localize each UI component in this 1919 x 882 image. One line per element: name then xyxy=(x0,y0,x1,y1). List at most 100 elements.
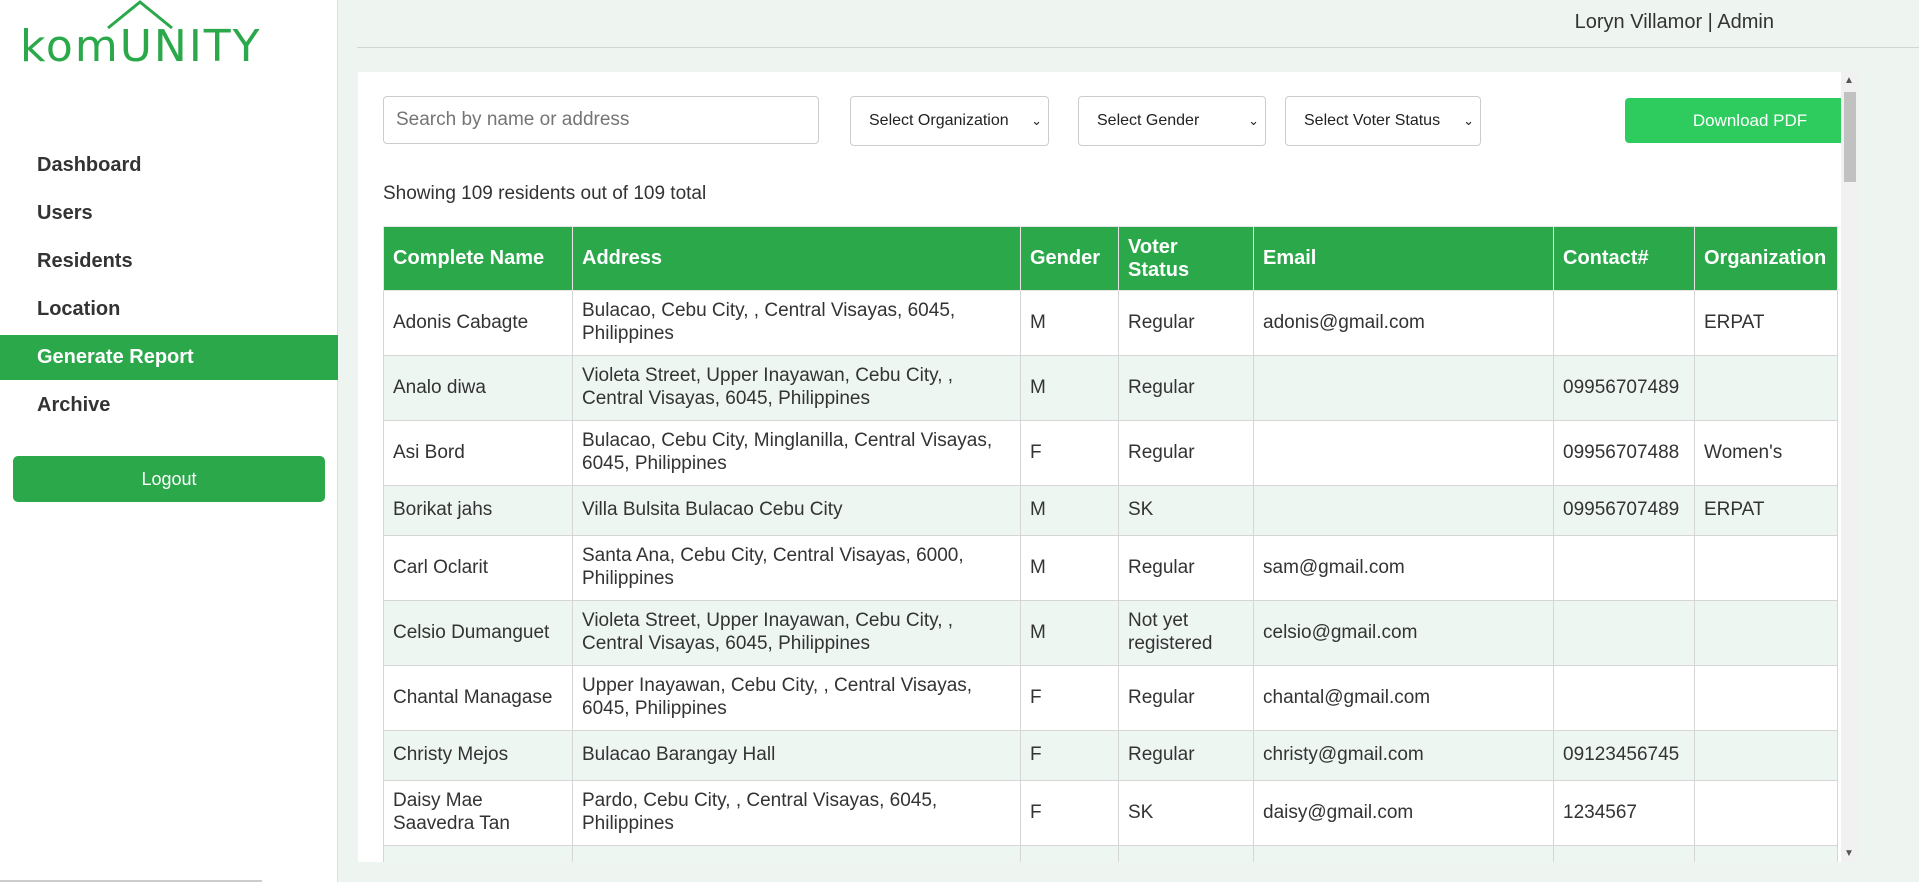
sidebar-item-generate-report[interactable]: Generate Report xyxy=(0,335,338,380)
table-cell: 09956707489 xyxy=(1553,485,1695,536)
download-pdf-button[interactable]: Download PDF xyxy=(1625,98,1858,143)
table-cell xyxy=(1694,665,1838,731)
table-cell: Bulacao, Cebu City, Minglanilla, Central… xyxy=(572,420,1021,486)
table-cell: Regular xyxy=(1118,290,1254,356)
table-cell: daisy@gmail.com xyxy=(1253,780,1554,846)
scroll-up-arrow-icon[interactable]: ▲ xyxy=(1844,75,1854,86)
column-header-contact[interactable]: Contact# xyxy=(1553,226,1695,291)
voter-status-select[interactable]: Select Voter Status ⌄ xyxy=(1285,96,1481,146)
chevron-down-icon: ⌄ xyxy=(1248,113,1259,128)
scrollbar-thumb[interactable] xyxy=(1844,92,1856,182)
table-cell: chantal@gmail.com xyxy=(1253,665,1554,731)
results-summary: Showing 109 residents out of 109 total xyxy=(383,183,707,204)
table-cell: Analo diwa xyxy=(383,355,573,421)
sidebar-nav: Dashboard Users Residents Location Gener… xyxy=(0,143,338,431)
column-header-gender[interactable]: Gender xyxy=(1020,226,1119,291)
table-cell: Not yet registered xyxy=(1118,600,1254,666)
table-cell: Violeta Street, Upper Inayawan, Cebu Cit… xyxy=(572,355,1021,421)
column-header-address[interactable]: Address xyxy=(572,226,1021,291)
table-cell: M xyxy=(1020,290,1119,356)
table-cell: Chantal Managase xyxy=(383,665,573,731)
table-cell: sam@gmail.com xyxy=(1253,535,1554,601)
table-cell: Daisy Mae Saavedra Tan xyxy=(383,780,573,846)
user-info: Loryn Villamor | Admin xyxy=(1574,11,1774,33)
column-header-name[interactable]: Complete Name xyxy=(383,226,573,291)
sidebar-item-residents[interactable]: Residents xyxy=(0,239,338,284)
table-row: Chantal Managase Upper Inayawan, Cebu Cit… xyxy=(383,665,1838,731)
table-cell: Santa Ana, Cebu City, Central Visayas, 6… xyxy=(572,535,1021,601)
table-cell: Pardo, Cebu City, , Central Visayas, 604… xyxy=(572,780,1021,846)
table-cell: Asi Bord xyxy=(383,420,573,486)
table-cell: 09956707489 xyxy=(1553,355,1695,421)
table-cell xyxy=(1020,845,1119,862)
table-cell: M xyxy=(1020,535,1119,601)
sidebar: komUNITY Dashboard Users Residents Locat… xyxy=(0,0,338,882)
table-cell: adonis@gmail.com xyxy=(1253,290,1554,356)
table-cell: SK xyxy=(1118,780,1254,846)
table-cell: Celsio Dumanguet xyxy=(383,600,573,666)
organization-select-value: Select Organization xyxy=(869,112,1009,129)
table-header-row: Complete Name Address Gender Voter Statu… xyxy=(383,226,1838,291)
table-cell: M xyxy=(1020,355,1119,421)
table-cell: Regular xyxy=(1118,535,1254,601)
sidebar-item-dashboard[interactable]: Dashboard xyxy=(0,143,338,188)
scroll-down-arrow-icon[interactable]: ▼ xyxy=(1844,848,1854,859)
column-header-organization[interactable]: Organization xyxy=(1694,226,1838,291)
search-input[interactable] xyxy=(383,96,819,144)
table-cell: christy@gmail.com xyxy=(1253,730,1554,781)
table-cell: Christy Mejos xyxy=(383,730,573,781)
header-bar: Loryn Villamor | Admin xyxy=(357,0,1919,48)
residents-table: Complete Name Address Gender Voter Statu… xyxy=(383,226,1838,862)
table-cell: Borikat jahs xyxy=(383,485,573,536)
table-cell xyxy=(1553,665,1695,731)
sidebar-item-archive[interactable]: Archive xyxy=(0,383,338,428)
table-cell xyxy=(1253,485,1554,536)
logo-text: komUNITY xyxy=(20,21,262,72)
table-cell: SK xyxy=(1118,485,1254,536)
table-cell xyxy=(1694,845,1838,862)
table-cell xyxy=(1553,600,1695,666)
logout-button[interactable]: Logout xyxy=(13,456,325,502)
column-header-email[interactable]: Email xyxy=(1253,226,1554,291)
table-cell xyxy=(1694,600,1838,666)
table-cell: Upper Inayawan, Cebu City, , Central Vis… xyxy=(572,665,1021,731)
table-row: Daisy Mae Saavedra Tan Pardo, Cebu City, … xyxy=(383,780,1838,846)
gender-select[interactable]: Select Gender ⌄ xyxy=(1078,96,1266,146)
table-cell xyxy=(1694,730,1838,781)
filter-bar: Select Organization ⌄ Select Gender ⌄ Se… xyxy=(383,96,1858,146)
chevron-down-icon: ⌄ xyxy=(1463,113,1474,128)
table-cell: M xyxy=(1020,485,1119,536)
table-cell: F xyxy=(1020,665,1119,731)
organization-select[interactable]: Select Organization ⌄ xyxy=(850,96,1049,146)
table-cell xyxy=(1253,355,1554,421)
table-cell: 09123456745 xyxy=(1553,730,1695,781)
table-row: Adonis Cabagte Bulacao, Cebu City, , Cent… xyxy=(383,290,1838,356)
table-row: Asi Bord Bulacao, Cebu City, Minglanilla,… xyxy=(383,420,1838,486)
residents-table-wrap: Complete Name Address Gender Voter Statu… xyxy=(383,226,1838,862)
table-cell: Regular xyxy=(1118,355,1254,421)
table-row: Celsio Dumanguet Violeta Street, Upper In… xyxy=(383,600,1838,666)
gender-select-value: Select Gender xyxy=(1097,112,1200,129)
logo: komUNITY xyxy=(20,0,260,72)
table-cell: celsio@gmail.com xyxy=(1253,600,1554,666)
table-cell: F xyxy=(1020,420,1119,486)
table-cell xyxy=(383,845,573,862)
table-cell xyxy=(1553,845,1695,862)
voter-status-select-value: Select Voter Status xyxy=(1304,112,1441,129)
column-header-voter-status[interactable]: Voter Status xyxy=(1118,226,1254,291)
table-cell xyxy=(1118,845,1254,862)
table-row: Christy Mejos Bulacao Barangay Hall F Regul… xyxy=(383,730,1838,781)
table-cell xyxy=(1253,420,1554,486)
table-cell xyxy=(1694,535,1838,601)
table-cell xyxy=(1553,535,1695,601)
sidebar-item-location[interactable]: Location xyxy=(0,287,338,332)
table-cell: 1234567 xyxy=(1553,780,1695,846)
table-cell: Villa Bulsita Bulacao Cebu City xyxy=(572,485,1021,536)
report-panel: Select Organization ⌄ Select Gender ⌄ Se… xyxy=(358,72,1858,862)
table-cell: Violeta Street, Upper Inayawan, Cebu Cit… xyxy=(572,600,1021,666)
table-cell: M xyxy=(1020,600,1119,666)
sidebar-item-users[interactable]: Users xyxy=(0,191,338,236)
scrollbar[interactable]: ▲ ▼ xyxy=(1841,72,1858,862)
table-row: Analo diwa Violeta Street, Upper Inayawan… xyxy=(383,355,1838,421)
table-cell: Bulacao Barangay Hall xyxy=(572,730,1021,781)
